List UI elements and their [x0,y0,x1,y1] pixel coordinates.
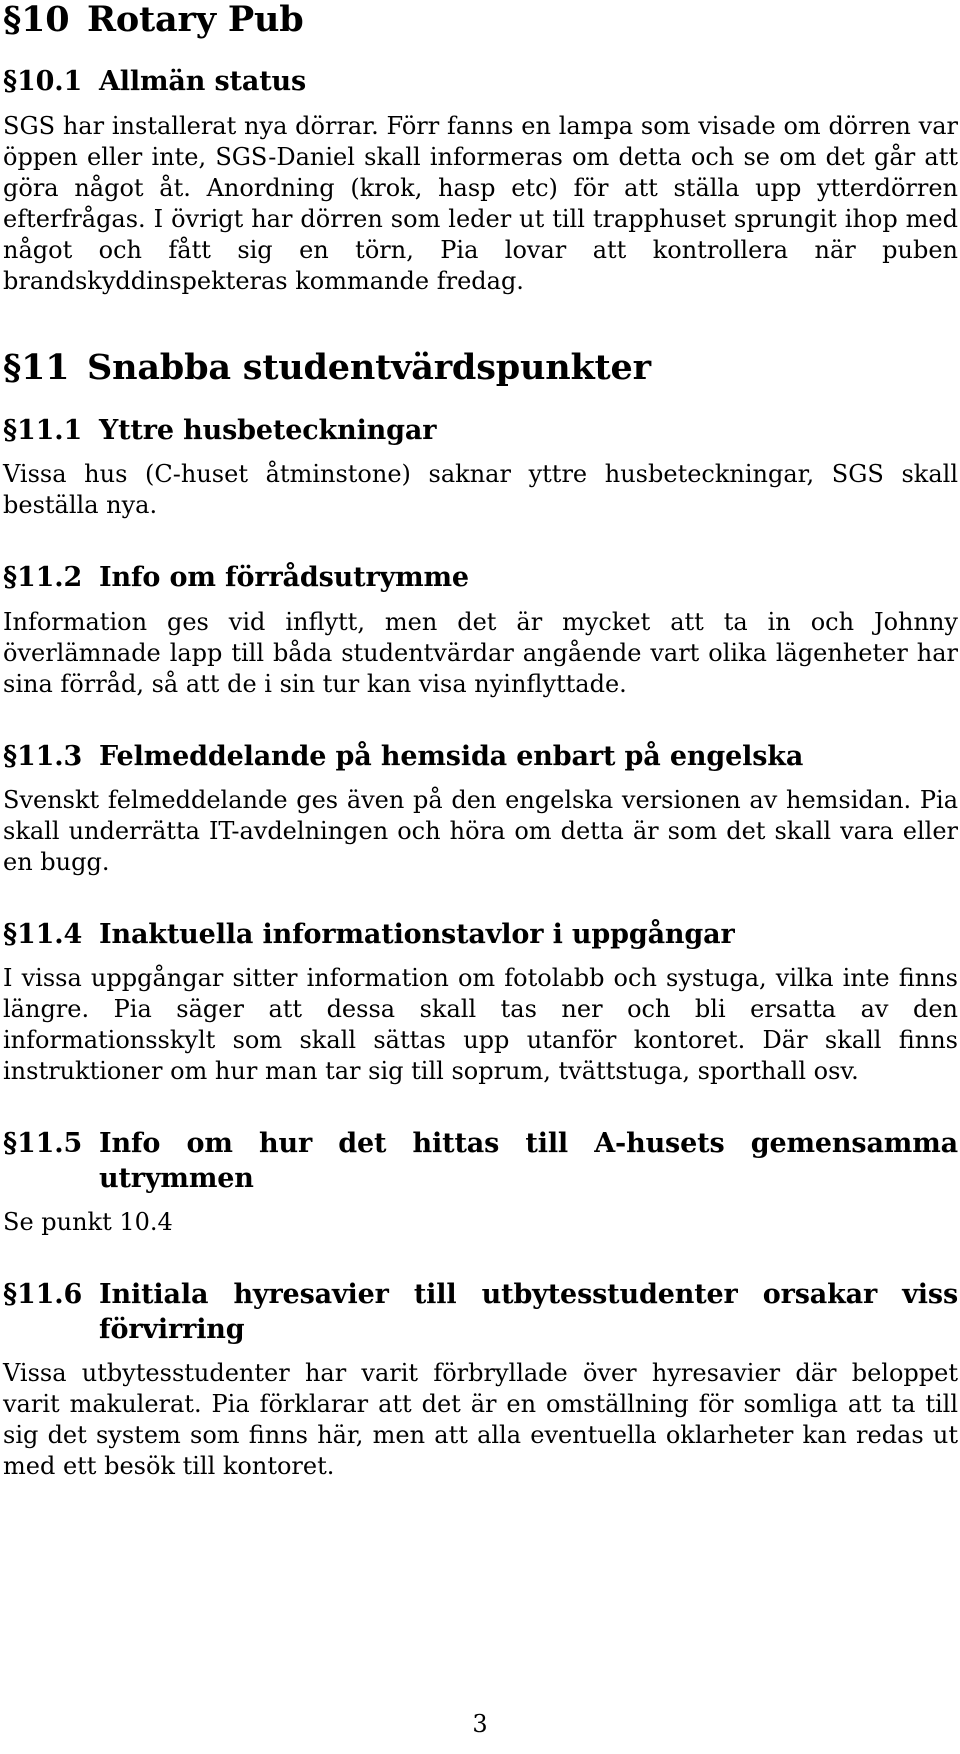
section-heading-11: §11 Snabba studentvärdspunkter [3,348,958,387]
subsection-title-11-6-line2: förvirring [99,1313,245,1345]
paragraph-11-5: Se punkt 10.4 [3,1208,173,1237]
paragraph-11-2: Information ges vid inflytt, men det är … [3,607,958,698]
subsection-title-11-6: Initiala hyresavier till utbytesstudente… [99,1278,958,1347]
subsection-title-11-4: Inaktuella informationstavlor i uppgånga… [99,918,735,950]
subsection-heading-11-3: §11.3 Felmeddelande på hemsida enbart på… [3,740,958,775]
subsection-title-11-6-line1: Initiala hyresavier till utbytesstudente… [99,1279,958,1311]
subsection-number-11-2: §11.2 [3,562,83,594]
paragraph-11-3: Svenskt felmeddelande ges även på den en… [3,786,958,876]
section-number-10: §10 [3,0,70,40]
section-title-11: Snabba studentvärdspunkter [87,347,651,389]
paragraph-11-1: Vissa hus (C-huset åtminstone) saknar yt… [3,460,958,520]
subsection-title-11-2: Info om förrådsutrymme [99,562,469,594]
paragraph-11-4: I vissa uppgångar sitter information om … [3,964,958,1086]
subsection-heading-11-6: §11.6 Initiala hyresavier till utbytesst… [3,1278,958,1347]
subsection-heading-11-1: §11.1 Yttre husbeteckningar [3,414,958,449]
subsection-number-11-5: §11.5 [3,1128,83,1160]
paragraph-10-1: SGS har installerat nya dörrar. Förr fan… [3,111,958,295]
subsection-title-11-5-line2: utrymmen [99,1162,254,1194]
subsection-number-10-1: §10.1 [3,66,83,98]
subsection-number-11-6: §11.6 [3,1279,83,1311]
subsection-heading-11-4: §11.4 Inaktuella informationstavlor i up… [3,918,958,953]
subsection-title-11-5: Info om hur det hittas till A-husets gem… [99,1127,958,1196]
subsection-number-11-3: §11.3 [3,740,83,772]
page-number: 3 [472,1710,488,1738]
subsection-number-11-4: §11.4 [3,918,83,950]
paragraph-11-6: Vissa utbytesstudenter har varit förbryl… [3,1359,958,1481]
section-title-10: Rotary Pub [87,0,304,40]
subsection-heading-11-2: §11.2 Info om förrådsutrymme [3,561,958,596]
subsection-title-11-3: Felmeddelande på hemsida enbart på engel… [99,740,804,772]
section-number-11: §11 [3,347,70,389]
document-page: §10 Rotary Pub §10.1 Allmän status SGS h… [0,0,960,1754]
subsection-heading-10-1: §10.1 Allmän status [3,65,958,100]
subsection-number-11-1: §11.1 [3,414,83,446]
section-heading-10: §10 Rotary Pub [3,0,958,39]
subsection-title-11-1: Yttre husbeteckningar [99,414,437,446]
subsection-heading-11-5: §11.5 Info om hur det hittas till A-huse… [3,1127,958,1196]
subsection-title-11-5-line1: Info om hur det hittas till A-husets gem… [99,1128,958,1160]
subsection-title-10-1: Allmän status [99,66,307,98]
